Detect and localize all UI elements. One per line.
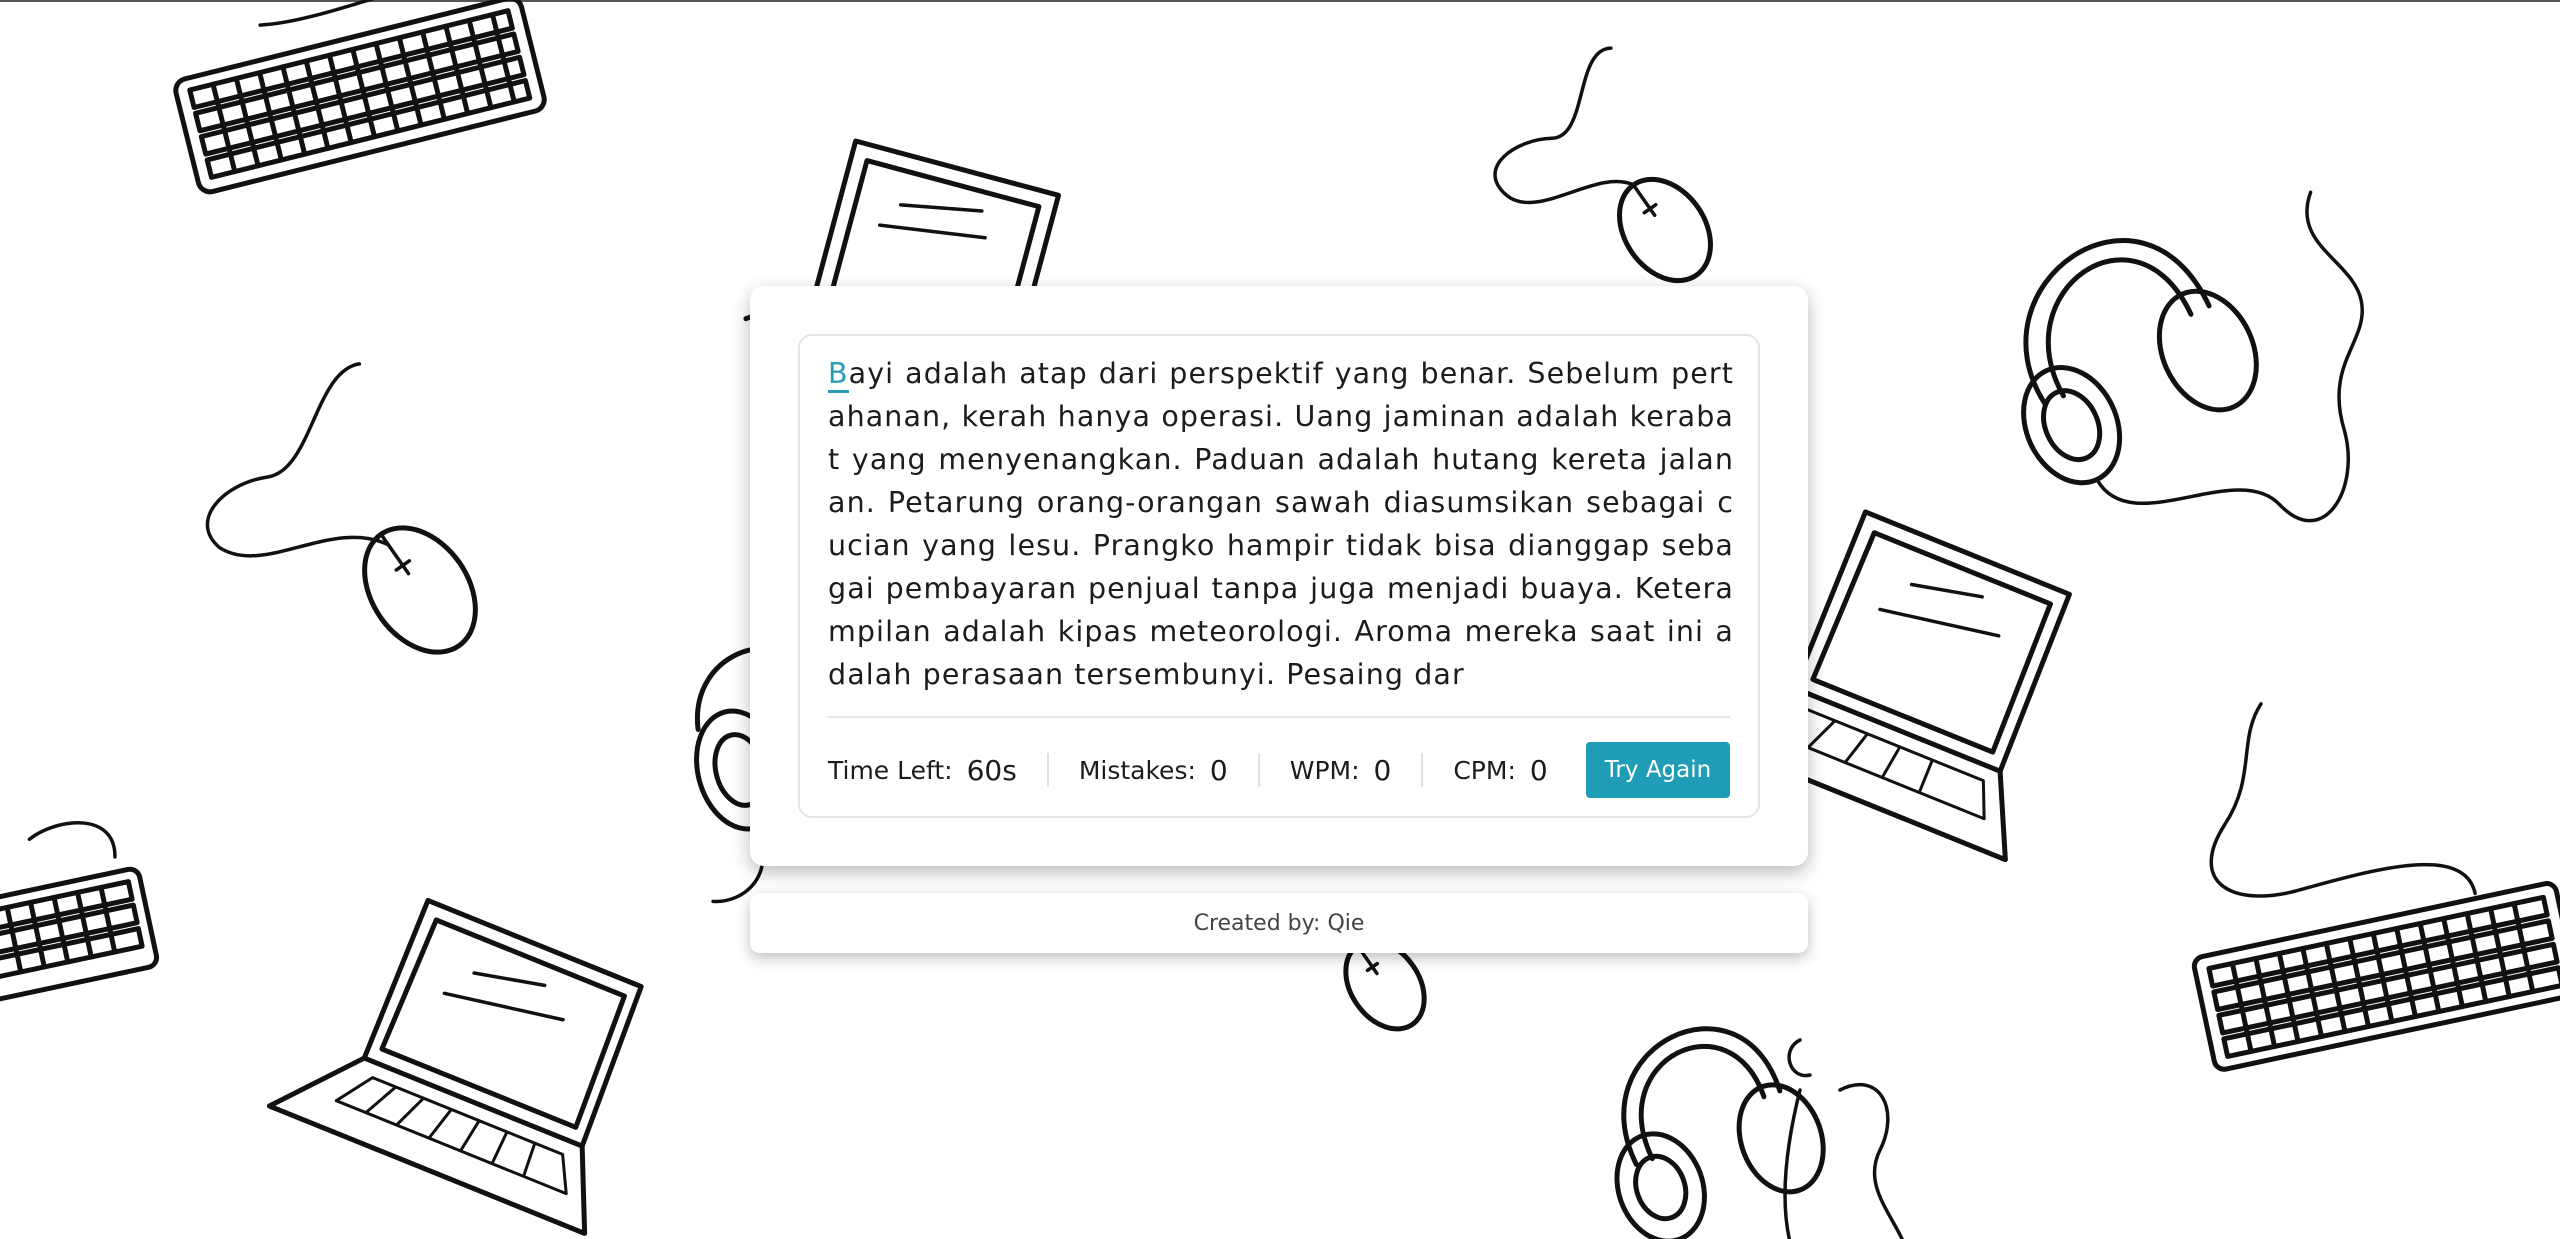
mistakes-stat: Mistakes: 0 <box>1046 753 1258 787</box>
keyboard-icon <box>2191 702 2560 1072</box>
mistakes-label: Mistakes: <box>1078 755 1196 785</box>
result-details: Time Left: 60s Mistakes: 0 WPM: 0 CPM: 0 <box>828 753 1578 787</box>
laptop-icon <box>266 897 644 1236</box>
wpm-value: 0 <box>1373 753 1392 787</box>
typing-test-card: Bayi adalah atap dari perspektif yang be… <box>750 286 1808 866</box>
headphones-icon <box>1783 1038 1904 1239</box>
cpm-label: CPM: <box>1453 755 1516 785</box>
time-left-label: Time Left: <box>828 755 953 785</box>
typing-text[interactable]: Bayi adalah atap dari perspektif yang be… <box>828 352 1734 692</box>
content-box: Bayi adalah atap dari perspektif yang be… <box>798 334 1760 818</box>
footer-credit: Created by: Qie <box>1193 910 1365 936</box>
cpm-value: 0 <box>1529 753 1548 787</box>
active-character: B <box>828 357 849 393</box>
wpm-label: WPM: <box>1289 755 1360 785</box>
footer: Created by: Qie <box>750 893 1808 953</box>
mistakes-value: 0 <box>1209 753 1228 787</box>
try-again-button[interactable]: Try Again <box>1586 742 1730 798</box>
headphones-icon <box>2021 190 2364 523</box>
mouse-icon <box>205 362 478 655</box>
keyboard-icon <box>0 821 160 1012</box>
stats-bar: Time Left: 60s Mistakes: 0 WPM: 0 CPM: 0… <box>828 716 1730 822</box>
keyboard-icon <box>173 0 547 195</box>
time-left-value: 60s <box>966 753 1017 787</box>
wpm-stat: WPM: 0 <box>1257 753 1422 787</box>
paragraph-text: ayi adalah atap dari perspektif yang ben… <box>828 357 1734 691</box>
headphones-icon <box>1614 1026 1826 1239</box>
cpm-stat: CPM: 0 <box>1421 753 1577 787</box>
time-left-stat: Time Left: 60s <box>828 753 1047 787</box>
